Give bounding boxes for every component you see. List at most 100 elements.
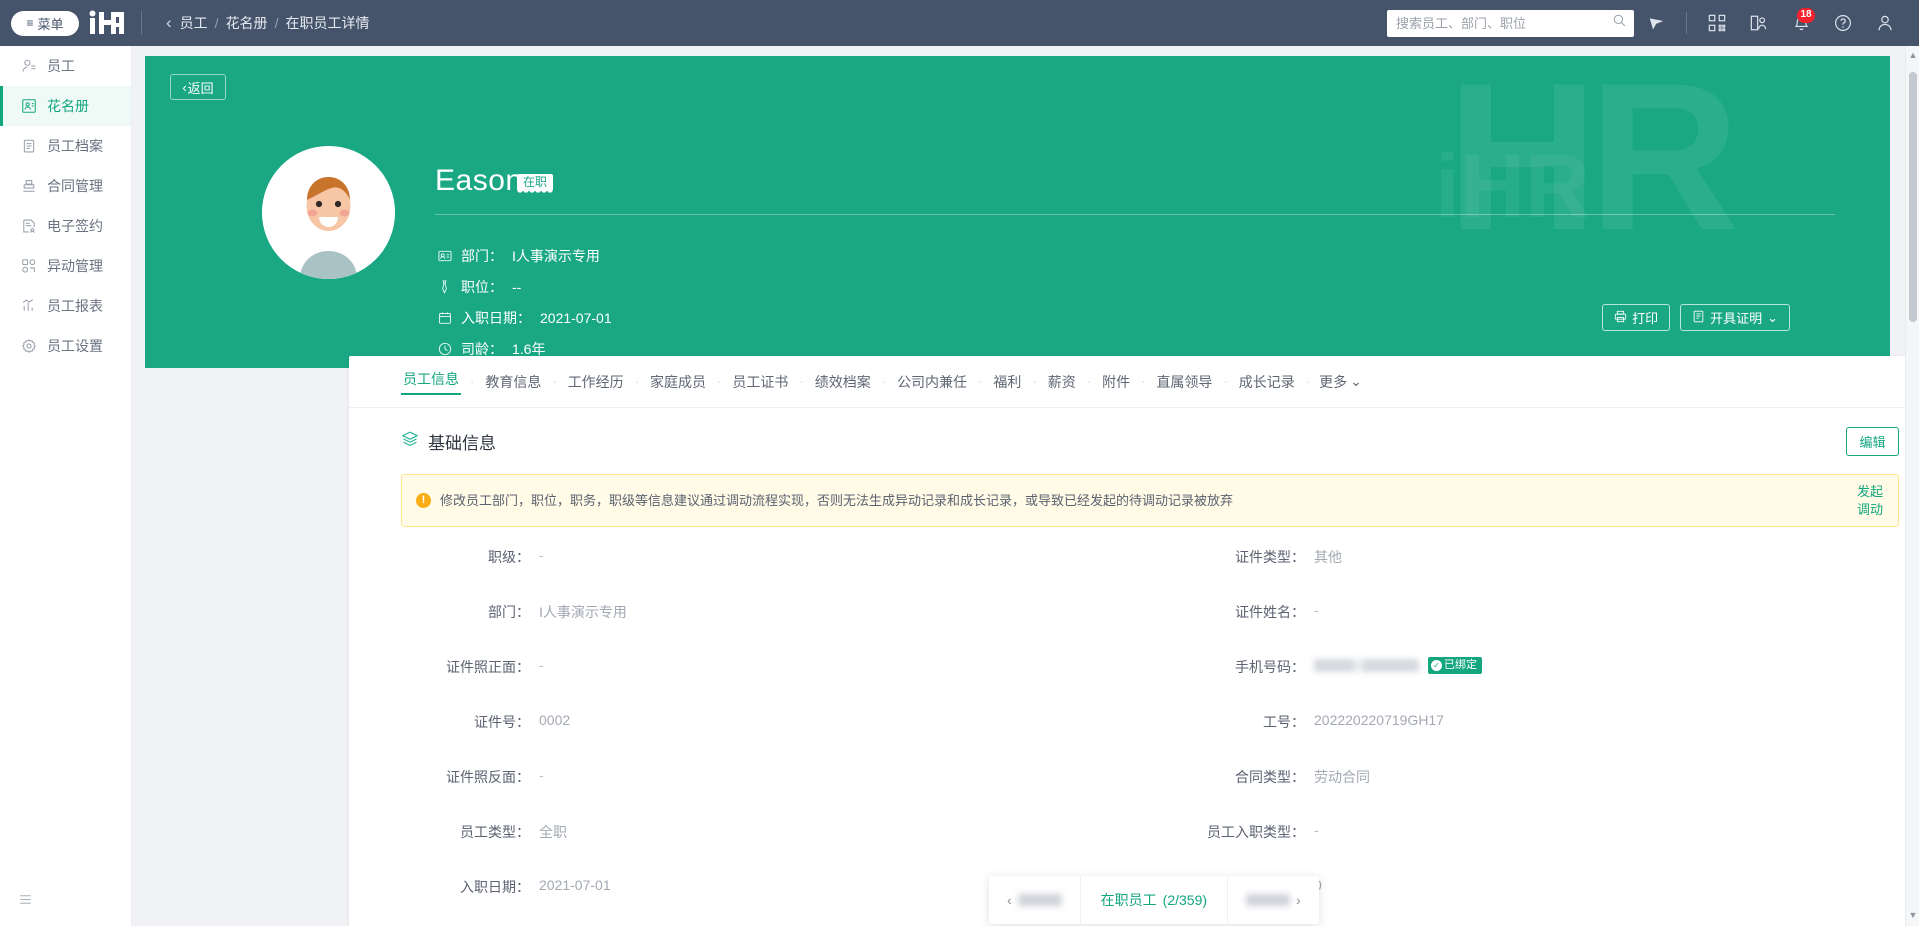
tab-growth-record[interactable]: 成长记录 — [1237, 372, 1297, 392]
scroll-down-icon[interactable]: ▼ — [1906, 908, 1919, 922]
cursor-arrow-icon[interactable] — [1636, 0, 1676, 46]
tab-education-info[interactable]: 教育信息 — [483, 372, 543, 392]
field-value: 2021-07-01 — [539, 877, 611, 893]
sidebar-item-label: 电子签约 — [47, 216, 103, 236]
page-back-icon[interactable]: ‹ — [158, 13, 180, 33]
tab-work-experience[interactable]: 工作经历 — [566, 372, 626, 392]
field-value: 0002 — [539, 712, 570, 728]
check-icon: ✓ — [1431, 660, 1442, 671]
field-row-employee-no: 工号： 202220220719GH17 — [1124, 706, 1899, 761]
scrollbar-thumb[interactable] — [1909, 72, 1917, 322]
global-search[interactable] — [1387, 10, 1634, 37]
menu-button[interactable]: ≡ 菜单 — [11, 11, 79, 36]
field-value: 全职 — [539, 822, 567, 842]
sidebar: 员工 花名册 员工档案 合同管理 电子签约 异动管理 员工报表 — [0, 46, 132, 926]
field-label: 证件照正面： — [349, 657, 539, 677]
edit-button[interactable]: 编辑 — [1846, 427, 1899, 456]
meta-label: 职位： — [461, 277, 503, 297]
field-row-contract-type: 合同类型： 劳动合同 — [1124, 761, 1899, 816]
sidebar-item-label: 员工报表 — [47, 296, 103, 316]
qr-code-icon[interactable] — [1697, 0, 1737, 46]
field-row-id-number: 证件号： 0002 — [349, 706, 1124, 761]
tab-separator: · — [873, 374, 895, 389]
sidebar-item-employee[interactable]: 员工 — [0, 46, 131, 86]
field-value: 其他 — [1314, 547, 1342, 567]
field-row-onboard-type: 员工入职类型： - — [1124, 816, 1899, 871]
sidebar-item-report[interactable]: 员工报表 — [0, 286, 131, 326]
tab-salary[interactable]: 薪资 — [1046, 372, 1078, 392]
employee-pager: ‹ 在职员工 (2/359) › — [989, 876, 1319, 924]
pager-current-list[interactable]: 在职员工 (2/359) — [1080, 876, 1228, 924]
clock-icon — [437, 341, 452, 356]
sidebar-item-label: 员工设置 — [47, 336, 103, 356]
field-value: - — [539, 767, 544, 783]
sidebar-item-settings[interactable]: 员工设置 — [0, 326, 131, 366]
breadcrumb-item-1[interactable]: 花名册 — [226, 13, 268, 33]
issue-certificate-button[interactable]: 开具证明 ⌄ — [1680, 304, 1790, 331]
tab-separator: · — [543, 374, 565, 389]
sidebar-item-archive[interactable]: 员工档案 — [0, 126, 131, 166]
bell-icon[interactable]: 18 — [1781, 0, 1821, 46]
tab-performance[interactable]: 绩效档案 — [813, 372, 873, 392]
contact-card-icon[interactable] — [1739, 0, 1779, 46]
sidebar-collapse-icon[interactable] — [0, 882, 131, 916]
sidebar-item-label: 异动管理 — [47, 256, 103, 276]
tab-internal-concurrent[interactable]: 公司内兼任 — [895, 372, 969, 392]
sidebar-item-label: 合同管理 — [47, 176, 103, 196]
hero-watermark-secondary: iHR — [1435, 136, 1590, 239]
field-row-phone: 手机号码： ✓ 已绑定 — [1124, 651, 1899, 706]
help-circle-icon[interactable] — [1823, 0, 1863, 46]
tab-employee-info[interactable]: 员工信息 — [401, 369, 461, 395]
fields-left-column: 职级： - 部门： I人事演示专用 证件照正面： - 证件号： 0002 证件照… — [349, 541, 1124, 926]
field-row-id-photo-front: 证件照正面： - — [349, 651, 1124, 706]
print-button[interactable]: 打印 — [1602, 304, 1670, 331]
roster-icon — [20, 98, 37, 115]
meta-value: I人事演示专用 — [512, 246, 600, 266]
field-row-employee-type: 员工类型： 全职 — [349, 816, 1124, 871]
alert-text: 修改员工部门，职位，职务，职级等信息建议通过调动流程实现，否则无法生成异动记录和… — [440, 491, 1233, 511]
sidebar-item-label: 员工档案 — [47, 136, 103, 156]
sidebar-item-transfer[interactable]: 异动管理 — [0, 246, 131, 286]
field-label: 证件姓名： — [1124, 602, 1314, 622]
search-input[interactable] — [1387, 10, 1634, 37]
chevron-left-icon: ‹ — [1007, 892, 1012, 908]
tab-separator: · — [461, 374, 483, 389]
sidebar-item-esign[interactable]: 电子签约 — [0, 206, 131, 246]
action-divider — [1686, 12, 1687, 34]
pager-next-button[interactable]: › — [1228, 876, 1319, 924]
initiate-transfer-link[interactable]: 发起调动 — [1854, 483, 1886, 518]
hero-divider — [435, 214, 1835, 215]
breadcrumb: 员工 / 花名册 / 在职员工详情 — [180, 13, 370, 33]
tab-family-members[interactable]: 家庭成员 — [648, 372, 708, 392]
basic-info-fields: 职级： - 部门： I人事演示专用 证件照正面： - 证件号： 0002 证件照… — [349, 527, 1919, 926]
scroll-up-icon[interactable]: ▲ — [1906, 48, 1919, 62]
status-badge: 在职 — [517, 174, 553, 191]
tab-more[interactable]: 更多 ⌄ — [1319, 372, 1362, 392]
field-row-id-name: 证件姓名： - — [1124, 596, 1899, 651]
chevron-left-icon: ‹ — [182, 80, 186, 95]
field-label: 工号： — [1124, 712, 1314, 732]
tab-attachments[interactable]: 附件 — [1100, 372, 1132, 392]
phone-bound-badge: ✓ 已绑定 — [1428, 657, 1482, 674]
printer-icon — [1614, 310, 1627, 326]
tab-direct-leader[interactable]: 直属领导 — [1154, 372, 1214, 392]
user-avatar-icon[interactable] — [1865, 0, 1905, 46]
section-header: 基础信息 编辑 — [349, 408, 1919, 474]
vertical-scrollbar[interactable]: ▲ ▼ — [1905, 46, 1919, 926]
tab-certificates[interactable]: 员工证书 — [730, 372, 790, 392]
pager-prev-button[interactable]: ‹ — [989, 876, 1080, 924]
pager-list-label: 在职员工 — [1101, 890, 1157, 910]
tab-separator: · — [626, 374, 648, 389]
field-row-job-level: 职级： - — [349, 541, 1124, 596]
field-label: 员工类型： — [349, 822, 539, 842]
sidebar-item-roster[interactable]: 花名册 — [0, 86, 131, 126]
breadcrumb-item-0[interactable]: 员工 — [180, 13, 208, 33]
avatar — [262, 146, 395, 279]
breadcrumb-item-2: 在职员工详情 — [285, 13, 369, 33]
sidebar-item-contract[interactable]: 合同管理 — [0, 166, 131, 206]
hero-actions: 打印 开具证明 ⌄ — [1602, 304, 1790, 331]
department-icon — [437, 248, 452, 263]
field-row-id-photo-back: 证件照反面： - — [349, 761, 1124, 816]
back-button[interactable]: ‹ 返回 — [170, 74, 226, 100]
tab-benefits[interactable]: 福利 — [991, 372, 1023, 392]
